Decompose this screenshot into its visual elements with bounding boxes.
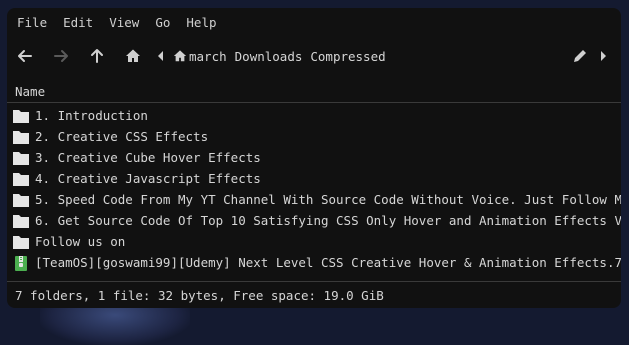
up-button[interactable]	[79, 42, 115, 70]
path-segment-compressed[interactable]: Compressed	[310, 49, 385, 64]
list-item[interactable]: 1. Introduction	[7, 105, 621, 126]
path-scroll-left[interactable]	[151, 42, 171, 70]
chevron-right-icon	[601, 51, 606, 61]
item-name: 5. Speed Code From My YT Channel With So…	[35, 192, 621, 207]
arrow-right-icon	[54, 50, 68, 62]
arrow-up-icon	[91, 49, 103, 63]
menu-view[interactable]: View	[109, 15, 139, 30]
home-button[interactable]	[115, 42, 151, 70]
folder-icon	[13, 130, 29, 144]
toolbar-right	[567, 42, 613, 70]
item-name: 3. Creative Cube Hover Effects	[35, 150, 261, 165]
folder-icon	[13, 214, 29, 228]
item-name: 6. Get Source Code Of Top 10 Satisfying …	[35, 213, 621, 228]
forward-button[interactable]	[43, 42, 79, 70]
folder-icon	[13, 235, 29, 249]
folder-icon	[13, 151, 29, 165]
menu-go[interactable]: Go	[155, 15, 170, 30]
list-item[interactable]: 2. Creative CSS Effects	[7, 126, 621, 147]
path-scroll-right[interactable]	[593, 42, 613, 70]
item-name: Follow us on	[35, 234, 126, 249]
status-bar: 7 folders, 1 file: 32 bytes, Free space:…	[7, 281, 621, 308]
archive-icon	[15, 255, 27, 271]
arrow-left-icon	[18, 50, 32, 62]
item-name: 1. Introduction	[35, 108, 148, 123]
path-segment-march[interactable]: march	[189, 49, 227, 64]
file-manager-window: File Edit View Go Help march Downloads C…	[7, 8, 621, 308]
column-header-name[interactable]: Name	[15, 84, 45, 99]
status-text: 7 folders, 1 file: 32 bytes, Free space:…	[15, 287, 384, 303]
edit-path-button[interactable]	[567, 42, 593, 70]
back-button[interactable]	[7, 42, 43, 70]
folder-icon	[13, 109, 29, 123]
path-bar: march Downloads Compressed	[173, 49, 394, 64]
list-item[interactable]: [TeamOS][goswami99][Udemy] Next Level CS…	[7, 252, 621, 273]
menu-file[interactable]: File	[17, 15, 47, 30]
chevron-left-icon	[158, 51, 163, 61]
menu-bar: File Edit View Go Help	[7, 8, 621, 36]
column-header-row: Name	[7, 80, 621, 103]
home-icon	[126, 49, 140, 62]
list-item[interactable]: 3. Creative Cube Hover Effects	[7, 147, 621, 168]
path-segment-downloads[interactable]: Downloads	[235, 49, 303, 64]
menu-edit[interactable]: Edit	[63, 15, 93, 30]
list-item[interactable]: 6. Get Source Code Of Top 10 Satisfying …	[7, 210, 621, 231]
item-name: 4. Creative Javascript Effects	[35, 171, 261, 186]
pencil-icon	[574, 50, 586, 62]
list-item[interactable]: 5. Speed Code From My YT Channel With So…	[7, 189, 621, 210]
toolbar: march Downloads Compressed	[7, 38, 621, 74]
file-list: 1. Introduction 2. Creative CSS Effects …	[7, 105, 621, 273]
folder-icon	[13, 172, 29, 186]
list-item[interactable]: 4. Creative Javascript Effects	[7, 168, 621, 189]
item-name: [TeamOS][goswami99][Udemy] Next Level CS…	[35, 255, 621, 270]
menu-help[interactable]: Help	[186, 15, 216, 30]
home-icon	[173, 50, 187, 62]
item-name: 2. Creative CSS Effects	[35, 129, 209, 144]
folder-icon	[13, 193, 29, 207]
list-item[interactable]: Follow us on	[7, 231, 621, 252]
